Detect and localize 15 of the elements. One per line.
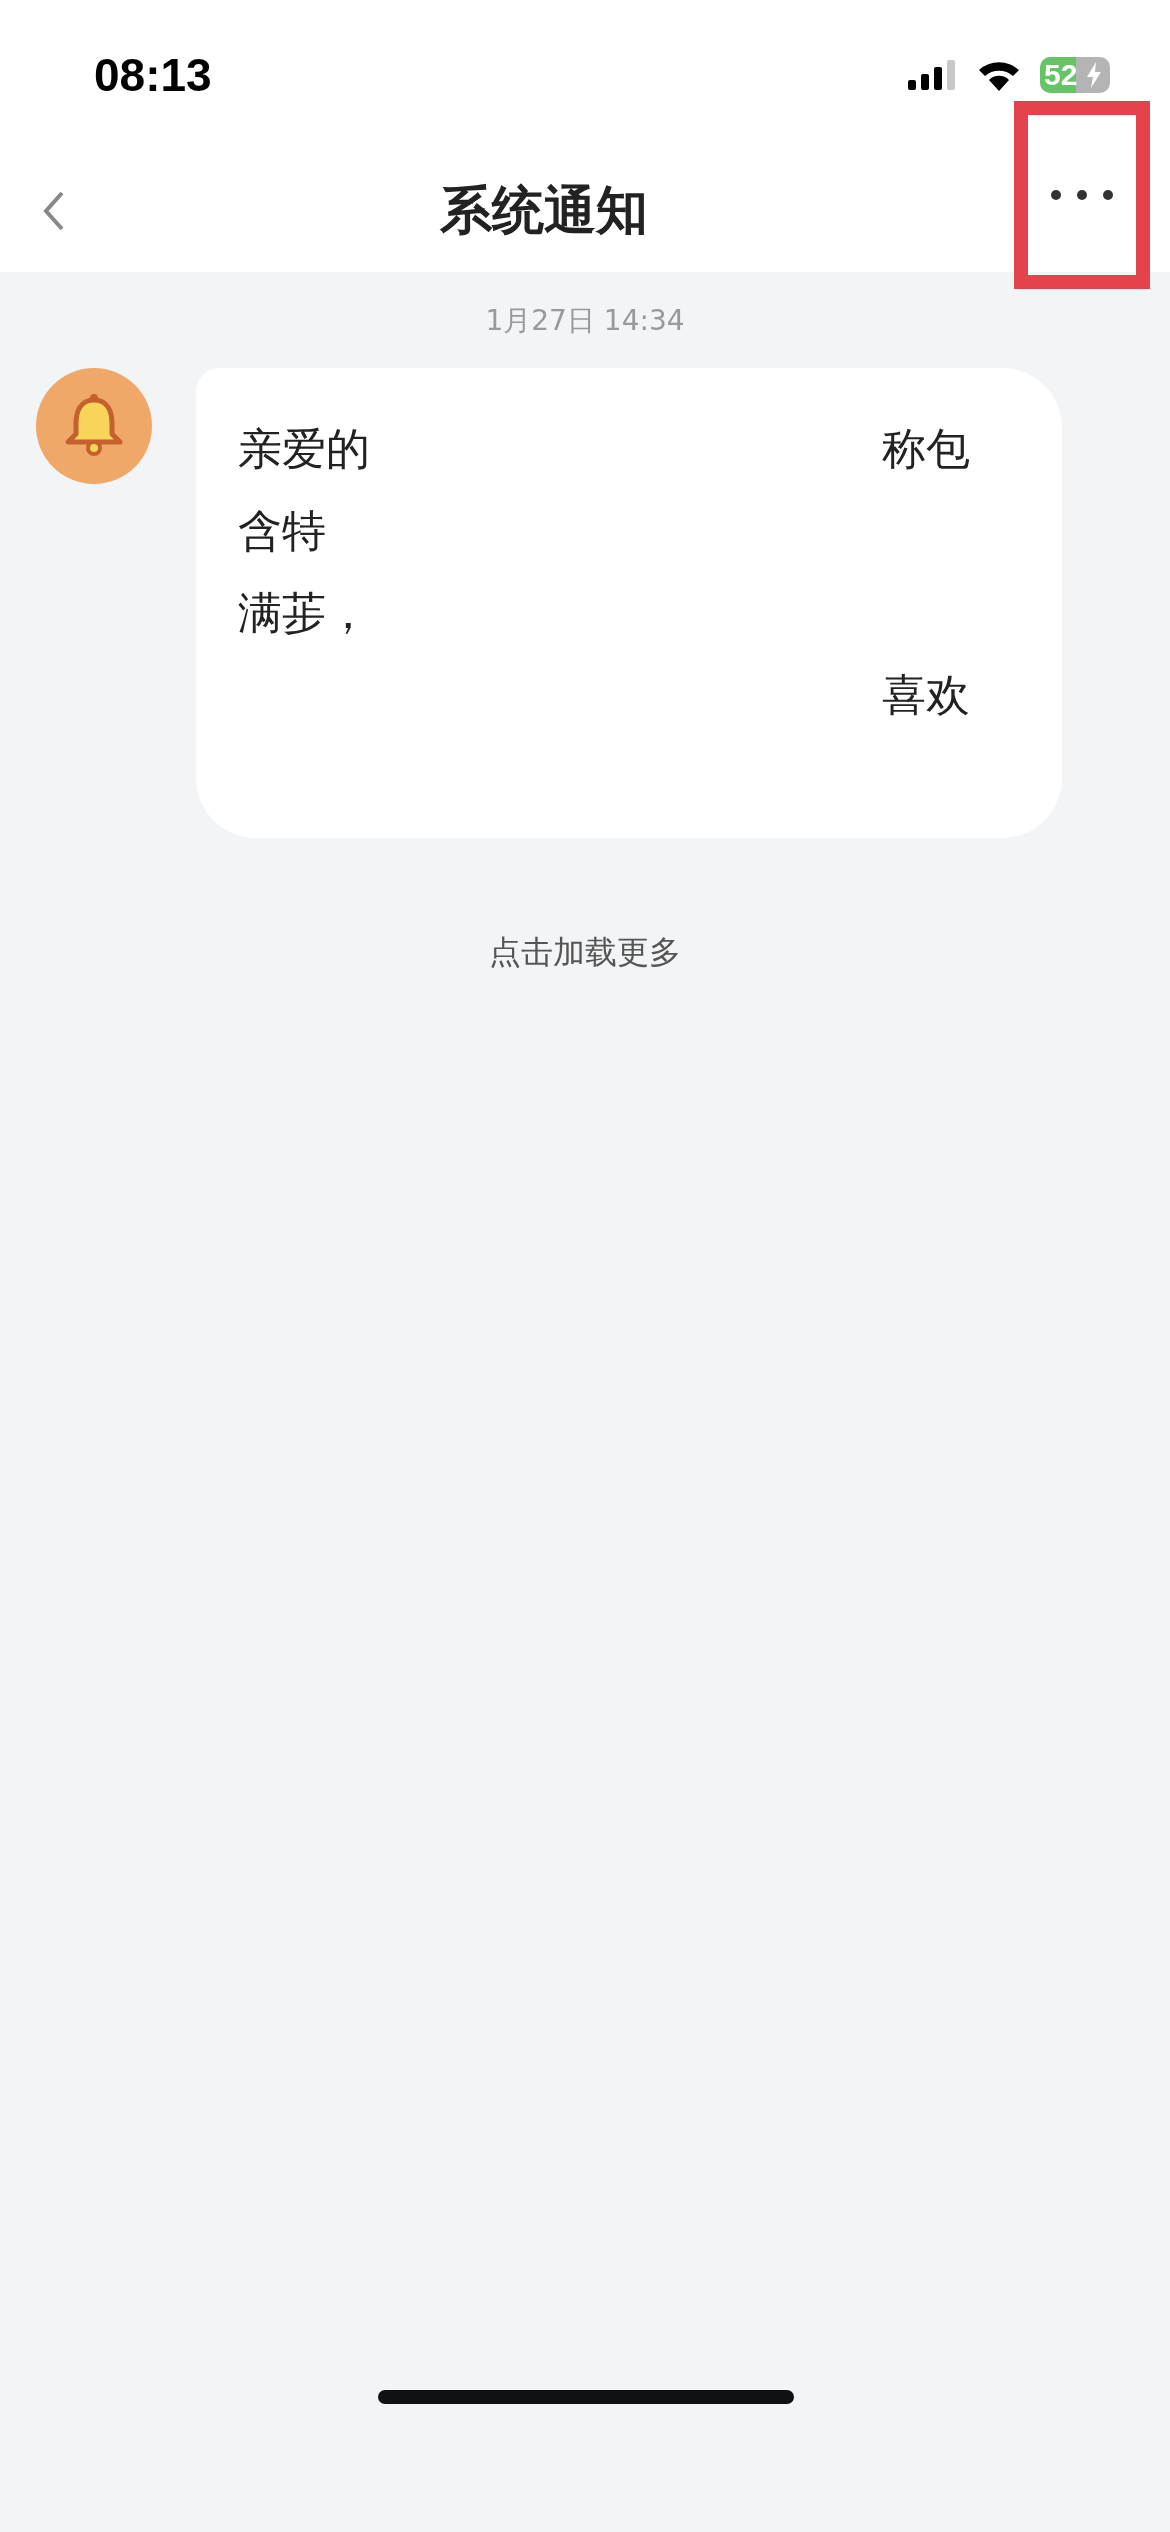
signal-icon: [908, 60, 958, 90]
load-more-link[interactable]: 点击加载更多: [483, 930, 687, 976]
battery-level: 52: [1044, 58, 1078, 92]
message-text: 满荹，: [238, 585, 370, 640]
message-text: 称包: [882, 421, 970, 476]
status-time: 08:13: [94, 48, 212, 102]
more-icon: [1050, 189, 1114, 201]
message-text: 含特: [238, 503, 326, 558]
page-title: 系统通知: [440, 179, 648, 242]
message-text: 亲爱的: [238, 421, 370, 476]
timestamp: 1月27日 14:34: [485, 303, 685, 339]
charging-icon: [1086, 62, 1102, 88]
message-text: 喜欢: [882, 667, 970, 722]
more-button[interactable]: [1014, 101, 1150, 289]
back-icon: [42, 190, 66, 232]
